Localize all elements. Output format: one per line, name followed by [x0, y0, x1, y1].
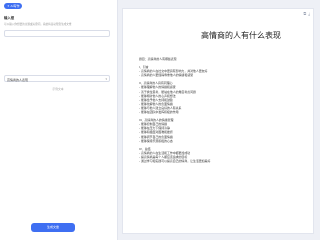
download-icon[interactable]: ⤓ — [308, 11, 310, 16]
topic-select[interactable]: 高情商的人表现 ▾ — [4, 75, 110, 82]
generate-button[interactable]: 生成文章 — [31, 223, 75, 232]
example-link[interactable]: 示例文本 — [4, 87, 112, 91]
copy-icon[interactable]: ⧉ — [303, 11, 306, 16]
sparkle-icon: ✦ — [7, 4, 10, 8]
doc-body: 题目：高情商的人有哪些表现 I、引言 - 高情商的人在社交中更具有影响力，并对他人更… — [139, 57, 309, 163]
input-label: 输入框 — [4, 16, 15, 20]
ai-writing-badge[interactable]: ✦ AI写作 — [4, 3, 23, 9]
doc-title: 高情商的人有什么表现 — [201, 31, 281, 40]
input-hint: 可以输入你想要的主题或关键词，系统将自动帮您生成文章 — [4, 23, 72, 26]
document-preview: ⧉ ⤓ 高情商的人有什么表现 题目：高情商的人有哪些表现 I、引言 - 高情商的人在… — [122, 8, 314, 234]
topic-select-value: 高情商的人表现 — [7, 77, 29, 82]
doc-line: - 通过学习和实践可以提高自己的情商，让生活更加美好 — [139, 158, 211, 163]
chevron-down-icon: ▾ — [105, 77, 107, 81]
doc-toolbar: ⧉ ⤓ — [303, 11, 310, 16]
badge-label: AI写作 — [10, 4, 20, 8]
topic-input[interactable] — [4, 30, 110, 37]
app-window: ✦ AI写作 输入框 可以输入你想要的主题或关键词，系统将自动帮您生成文章 高情… — [0, 0, 320, 240]
input-panel: ✦ AI写作 输入框 可以输入你想要的主题或关键词，系统将自动帮您生成文章 高情… — [0, 0, 118, 240]
